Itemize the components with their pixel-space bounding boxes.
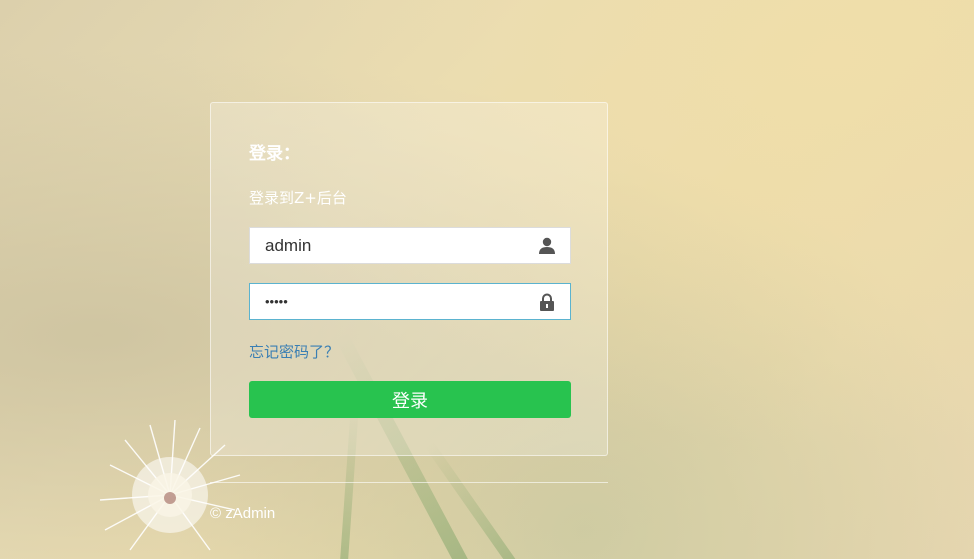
footer-divider: [210, 482, 608, 483]
username-field[interactable]: [249, 227, 571, 264]
login-title: 登录：: [249, 144, 300, 164]
login-panel: 登录： 登录到Z+后台 忘记密码了？ 登录: [210, 102, 608, 456]
lock-icon: [540, 293, 554, 311]
username-input[interactable]: [250, 228, 530, 263]
password-field[interactable]: [249, 283, 571, 320]
login-button[interactable]: 登录: [249, 381, 571, 418]
password-input[interactable]: [250, 284, 530, 319]
forgot-password-link[interactable]: 忘记密码了？: [249, 341, 339, 362]
grass-stem-decoration: [425, 441, 525, 559]
login-subtitle: 登录到Z+后台: [249, 189, 347, 207]
footer-copyright: © zAdmin: [210, 505, 276, 522]
user-icon: [539, 237, 555, 254]
